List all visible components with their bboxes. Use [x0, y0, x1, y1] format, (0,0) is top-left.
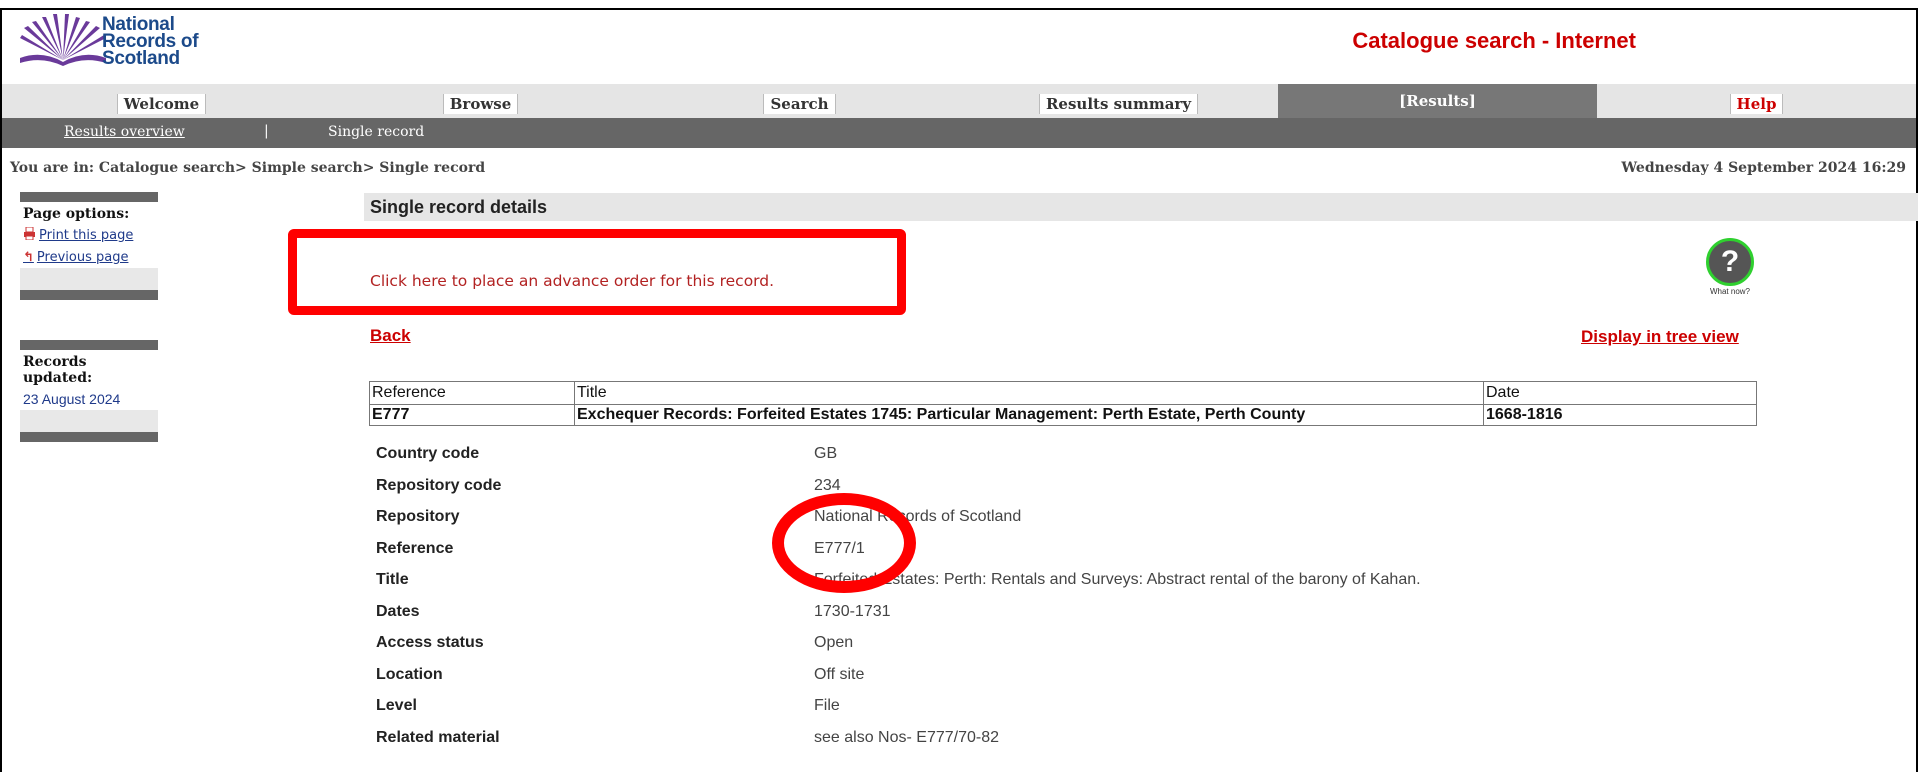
- logo-wordmark: National Records of Scotland: [102, 15, 199, 69]
- record-summary-table: Reference Title Date E777 Exchequer Reco…: [369, 381, 1757, 426]
- detail-label: Repository: [376, 508, 460, 525]
- col-title: Title: [574, 381, 1484, 405]
- print-page-label[interactable]: Print this page: [39, 228, 133, 243]
- results-overview-link[interactable]: Results overview: [64, 124, 185, 140]
- print-page-link[interactable]: Print this page: [20, 224, 158, 247]
- detail-label: Access status: [376, 634, 484, 651]
- detail-label: Reference: [376, 539, 454, 557]
- detail-value: see also Nos- E777/70-82: [814, 728, 999, 746]
- detail-label: Country code: [376, 445, 480, 462]
- cell-reference: E777: [369, 404, 575, 426]
- detail-value: GB: [814, 445, 838, 462]
- tree-view-link[interactable]: Display in tree view: [1581, 327, 1739, 347]
- records-updated-title: Records updated:: [20, 350, 158, 388]
- current-datetime: Wednesday 4 September 2024 16:29: [1621, 160, 1906, 176]
- app-title: Catalogue search - Internet: [1352, 28, 1636, 53]
- tab-label[interactable]: Welcome: [116, 94, 207, 114]
- back-arrow-icon: ↰: [23, 250, 34, 265]
- logo-line-3: Scotland: [102, 48, 180, 69]
- tab-results-summary[interactable]: Results summary: [959, 84, 1278, 118]
- tab-label[interactable]: Browse: [442, 94, 519, 114]
- detail-value: 1730-1731: [814, 602, 891, 620]
- previous-page-link[interactable]: ↰ Previous page: [20, 247, 158, 268]
- main-nav: Welcome Browse Search Results summary [R…: [2, 84, 1916, 118]
- detail-value: Open: [814, 634, 854, 651]
- tab-results[interactable]: [Results]: [1278, 84, 1597, 118]
- annotation-highlight-ellipse: [772, 493, 916, 593]
- printer-icon: [23, 226, 36, 244]
- help-caption: What now?: [1709, 287, 1751, 296]
- detail-value: Forfeited Estates: Perth: Rentals and Su…: [814, 571, 1421, 588]
- records-updated-box: Records updated: 23 August 2024: [20, 340, 158, 442]
- book-fan-icon: [20, 14, 106, 66]
- tab-label[interactable]: Help: [1729, 94, 1784, 114]
- question-mark-icon: ?: [1706, 238, 1754, 286]
- tab-label[interactable]: Search: [763, 94, 836, 114]
- tab-welcome[interactable]: Welcome: [2, 84, 321, 118]
- detail-value: 234: [814, 476, 841, 494]
- tab-label[interactable]: Results summary: [1038, 94, 1199, 114]
- detail-label: Related material: [376, 728, 500, 746]
- detail-value: File: [814, 697, 840, 714]
- table-row: E777 Exchequer Records: Forfeited Estate…: [369, 404, 1757, 426]
- tab-label[interactable]: [Results]: [1393, 91, 1482, 111]
- advance-order-link[interactable]: Click here to place an advance order for…: [370, 272, 774, 290]
- back-link[interactable]: Back: [370, 326, 411, 346]
- detail-label: Title: [376, 571, 409, 588]
- detail-value: Off site: [814, 665, 865, 683]
- page-options-title: Page options:: [20, 202, 158, 224]
- previous-page-label[interactable]: Previous page: [37, 250, 129, 265]
- detail-label: Repository code: [376, 476, 502, 494]
- subnav-separator: |: [264, 123, 269, 139]
- detail-label: Level: [376, 697, 417, 714]
- single-record-label: Single record: [328, 124, 425, 140]
- cell-title: Exchequer Records: Forfeited Estates 174…: [574, 404, 1484, 426]
- what-now-help-button[interactable]: ? What now?: [1704, 238, 1756, 300]
- tab-browse[interactable]: Browse: [321, 84, 640, 118]
- col-reference: Reference: [369, 381, 575, 405]
- tab-search[interactable]: Search: [640, 84, 959, 118]
- cell-date: 1668-1816: [1483, 404, 1757, 426]
- tab-help[interactable]: Help: [1597, 84, 1916, 118]
- col-date: Date: [1483, 381, 1757, 405]
- section-title: Single record details: [364, 193, 1918, 221]
- detail-label: Location: [376, 665, 443, 683]
- records-updated-value: 23 August 2024: [20, 388, 158, 410]
- sub-nav: Results overview | Single record: [2, 118, 1916, 148]
- detail-label: Dates: [376, 602, 420, 620]
- page-options-box: Page options: Print this page ↰ Previous…: [20, 192, 158, 300]
- breadcrumb: You are in: Catalogue search> Simple sea…: [10, 160, 486, 176]
- table-header-row: Reference Title Date: [369, 381, 1757, 405]
